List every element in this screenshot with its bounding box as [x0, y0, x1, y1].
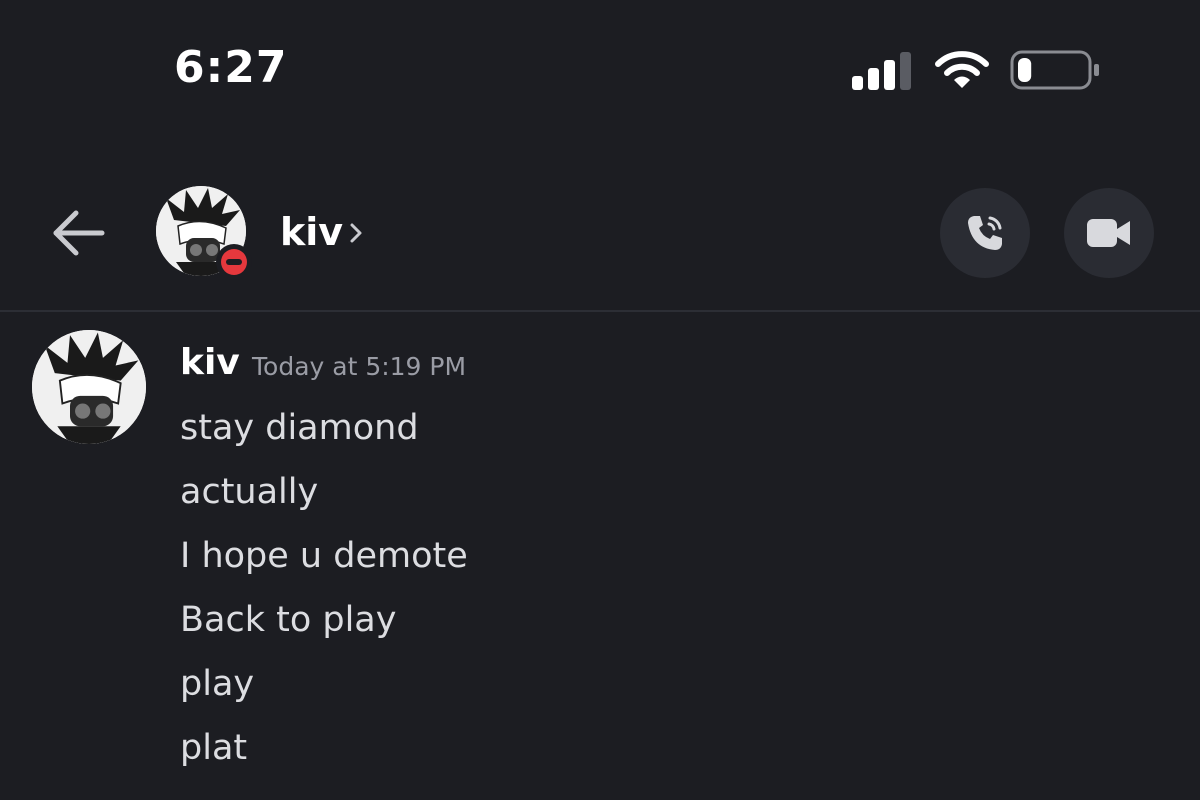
video-camera-icon	[1087, 219, 1130, 247]
voice-call-button[interactable]	[940, 188, 1030, 278]
message-author[interactable]: kiv	[180, 342, 240, 383]
do-not-disturb-icon	[221, 249, 247, 275]
header-username[interactable]: kiv	[280, 210, 343, 254]
back-button[interactable]	[48, 204, 108, 262]
wifi-icon	[935, 51, 989, 88]
message-avatar[interactable]	[32, 330, 146, 444]
phone-icon	[968, 216, 1002, 250]
arrow-left-icon	[53, 210, 105, 256]
message-line[interactable]: I hope u demote	[180, 536, 468, 576]
message-line[interactable]: plat	[180, 728, 247, 768]
header-divider	[0, 310, 1200, 312]
status-time: 6:27	[174, 42, 288, 93]
message-line[interactable]: actually	[180, 472, 318, 512]
message-line[interactable]: Back to play	[180, 600, 396, 640]
chevron-right-icon[interactable]	[348, 220, 364, 246]
avatar-image	[32, 330, 146, 444]
cellular-signal-icon	[852, 52, 914, 90]
message-line[interactable]: stay diamond	[180, 408, 419, 448]
header-avatar[interactable]	[156, 186, 252, 280]
dnd-status-badge	[216, 244, 252, 280]
video-call-button[interactable]	[1064, 188, 1154, 278]
battery-icon	[1010, 50, 1099, 90]
message-line[interactable]: play	[180, 664, 254, 704]
message-timestamp: Today at 5:19 PM	[252, 352, 467, 381]
chat-screen: 6:27 kiv kiv Today at 5:19 PM stay diamo…	[0, 0, 1200, 800]
